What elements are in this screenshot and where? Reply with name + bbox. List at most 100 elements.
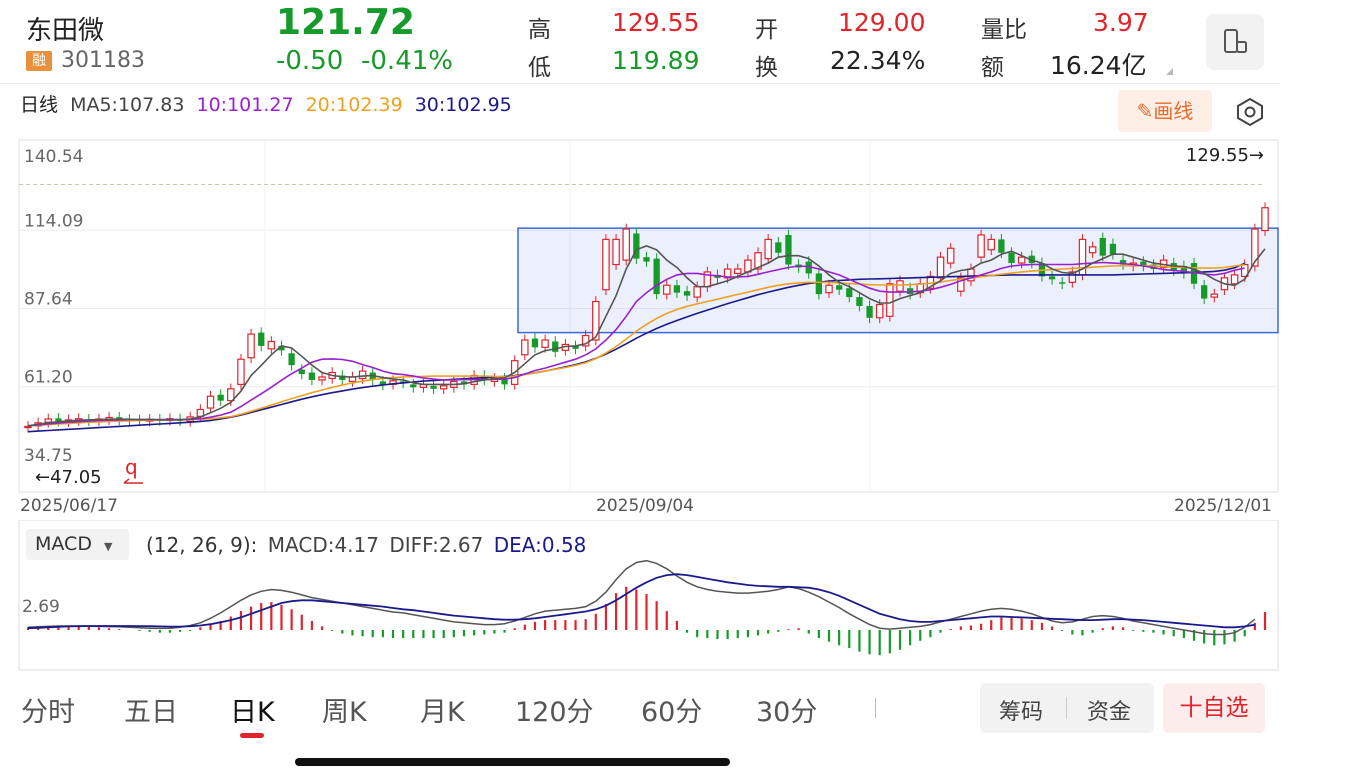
candle-down (815, 273, 823, 295)
candle-up (886, 283, 894, 317)
landscape-button[interactable] (1206, 14, 1264, 70)
candle-down (1048, 276, 1056, 280)
candle-up (622, 228, 630, 261)
candle-up (693, 286, 701, 298)
macd-chart[interactable]: 2.69 (0, 520, 1280, 672)
candle-up (1210, 293, 1219, 298)
candle-down (288, 353, 295, 366)
candle-up (358, 370, 367, 380)
home-indicator (295, 758, 730, 766)
candle-up (1261, 207, 1269, 232)
high-value: 129.55 (612, 8, 700, 37)
candle-up (764, 238, 772, 260)
candle-up (977, 234, 985, 258)
candle-up (24, 425, 32, 429)
tab-five-day[interactable]: 五日 (124, 690, 178, 729)
candle-down (846, 288, 853, 298)
hexagon-settings-icon (1237, 97, 1263, 127)
stock-code: 301183 (61, 48, 145, 73)
open-value: 129.00 (838, 8, 926, 37)
candle-up (267, 340, 276, 350)
candle-up (663, 284, 671, 295)
candle-up (734, 268, 742, 275)
active-tab-indicator (240, 733, 264, 738)
candle-up (825, 284, 833, 294)
dea-line (27, 573, 1256, 630)
pill-divider (1066, 697, 1067, 719)
q-marker: q (125, 455, 138, 479)
tab-120min[interactable]: 120分 (515, 690, 594, 729)
current-price: 121.72 (276, 2, 415, 43)
candle-up (206, 395, 215, 409)
candle-up (987, 238, 995, 251)
tab-weekly-k[interactable]: 周K (322, 690, 367, 729)
pencil-icon: ✎ (1136, 99, 1154, 123)
amount-value: 16.24亿 (1050, 51, 1147, 80)
candle-up (896, 280, 904, 292)
candle-up (602, 238, 610, 291)
candle-up (521, 339, 529, 356)
y-tick-label: 61.20 (24, 368, 73, 388)
rotate-screen-icon (1224, 29, 1247, 53)
chips-button[interactable]: 筹码 (999, 694, 1043, 726)
candle-down (217, 394, 224, 401)
candle-up (318, 376, 326, 381)
candle-down (643, 257, 650, 262)
ma20-value: 20:102.39 (305, 94, 403, 116)
candle-down (1099, 237, 1106, 256)
candle-up (237, 358, 245, 385)
x-tick-label: 2025/12/01 (1174, 496, 1272, 516)
candle-down (430, 385, 437, 389)
candle-down (258, 332, 265, 346)
chart-settings-button[interactable] (1234, 96, 1266, 132)
tab-daily-k[interactable]: 日K (230, 690, 275, 729)
tab-30min[interactable]: 30分 (756, 690, 817, 729)
price-change-pct: -0.41% (361, 46, 453, 76)
add-watchlist-button[interactable]: 十自选 (1163, 683, 1265, 733)
x-tick-label: 2025/09/04 (596, 496, 694, 516)
tab-intraday[interactable]: 分时 (21, 690, 75, 729)
candle-down (531, 338, 539, 348)
ma5-value: MA5:107.83 (70, 94, 185, 116)
price-change: -0.50 (276, 46, 344, 76)
funds-button[interactable]: 资金 (1087, 694, 1131, 726)
low-value: 119.89 (612, 46, 700, 75)
candle-down (55, 418, 62, 422)
y-tick-label: 87.64 (24, 290, 73, 310)
candle-up (946, 247, 955, 264)
candle-up (439, 385, 448, 390)
candle-down (653, 258, 660, 295)
vol-ratio-value: 3.97 (1093, 8, 1149, 37)
open-label: 开 (755, 17, 778, 43)
x-tick-label: 2025/06/17 (20, 496, 118, 516)
candle-down (1109, 243, 1117, 255)
candle-down (785, 234, 792, 265)
min-price-marker: ←47.05 (35, 467, 102, 488)
tab-60min[interactable]: 60分 (641, 690, 702, 729)
candle-up (541, 339, 549, 348)
period-label: 日线 (20, 94, 59, 116)
vol-ratio-label: 量比 (981, 17, 1027, 43)
ma10-value: 10:101.27 (196, 94, 294, 116)
candle-up (612, 238, 620, 266)
expand-corner-icon[interactable] (1166, 68, 1173, 75)
candle-up (1017, 256, 1026, 264)
candle-down (410, 384, 417, 388)
candle-down (683, 291, 691, 296)
candle-down (1059, 282, 1066, 284)
max-price-marker: 129.55→ (1186, 145, 1264, 166)
candle-down (1008, 252, 1015, 264)
y-tick-label: 34.75 (24, 446, 73, 466)
draw-line-button[interactable]: ✎画线 (1118, 90, 1212, 132)
candlestick-chart[interactable]: 140.54 114.09 87.64 61.20 34.75 129.55→ ←47.0… (0, 135, 1280, 520)
y-tick-label: 114.09 (24, 211, 83, 231)
candle-up (1230, 274, 1239, 285)
tab-monthly-k[interactable]: 月K (420, 690, 465, 729)
candle-down (836, 285, 843, 290)
candle-down (298, 369, 305, 375)
candle-down (308, 372, 316, 380)
candle-up (875, 303, 884, 319)
candle-up (936, 256, 945, 279)
candle-down (998, 239, 1005, 253)
candle-down (856, 297, 863, 306)
